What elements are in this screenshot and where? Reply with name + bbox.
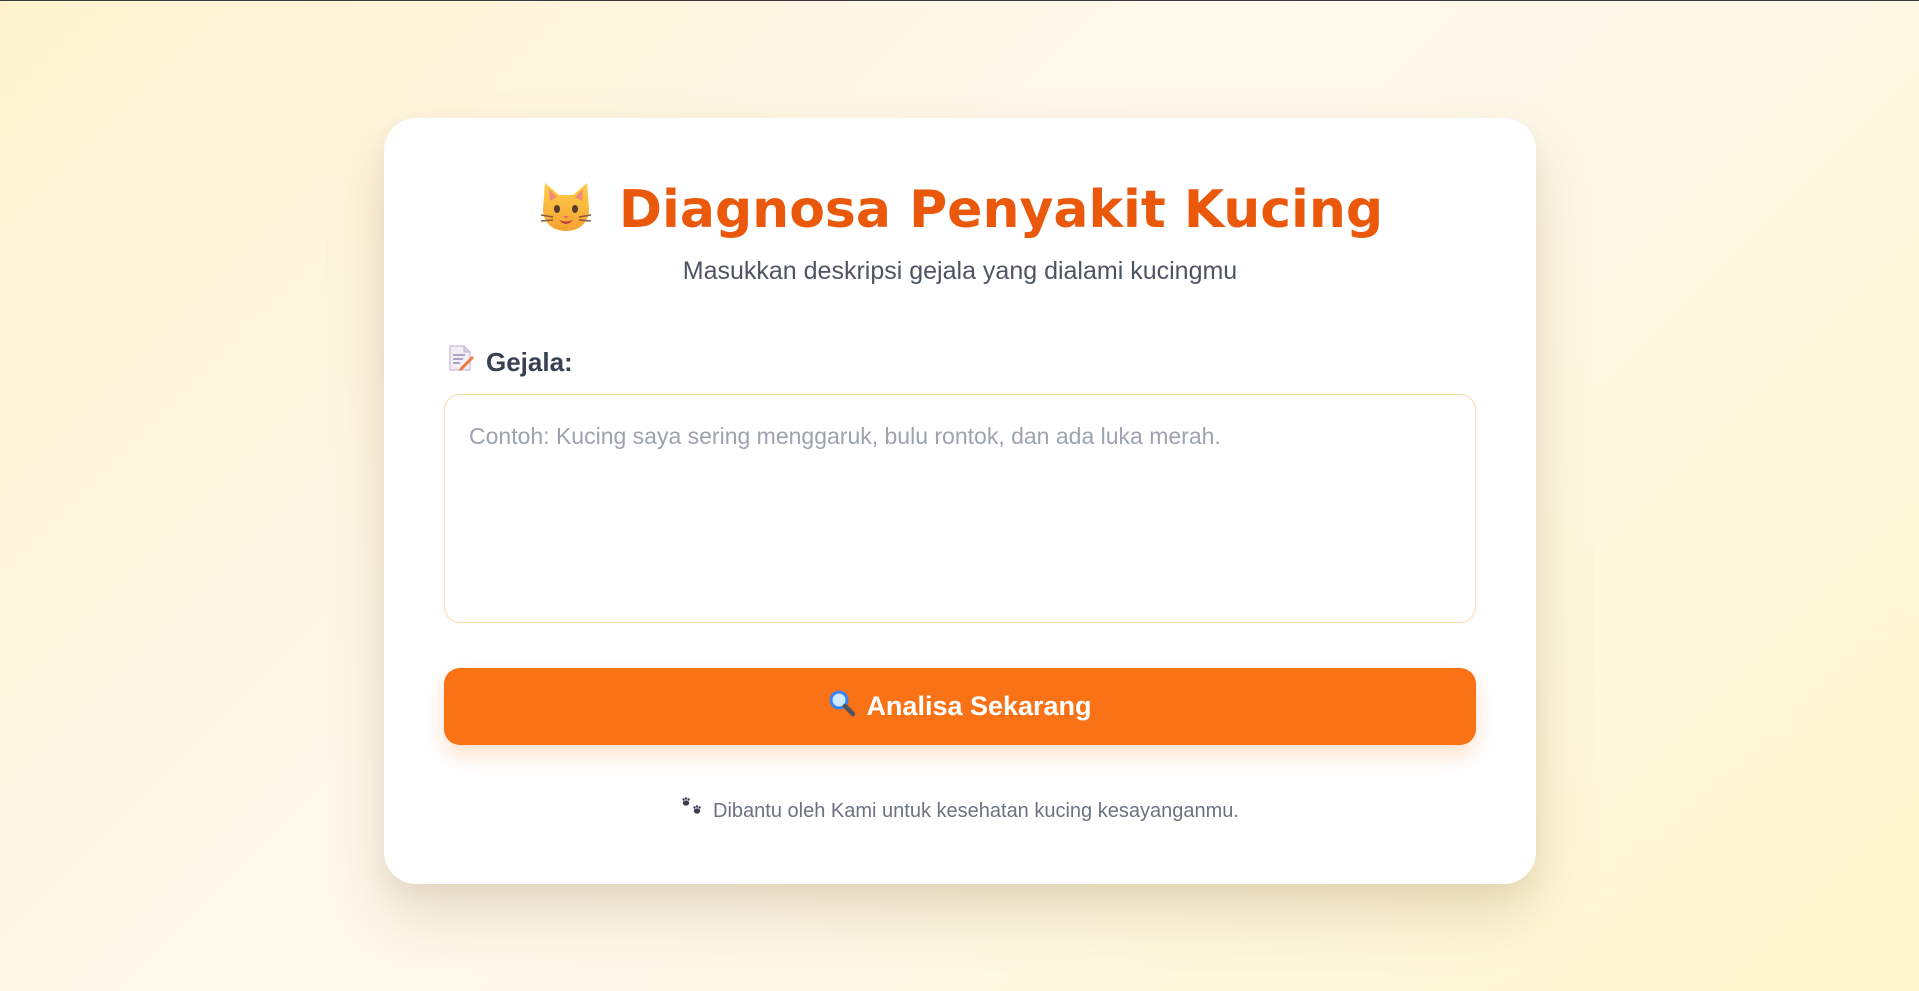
page-title: Diagnosa Penyakit Kucing xyxy=(384,178,1536,248)
paw-prints-icon xyxy=(681,797,705,824)
symptom-label-text: Gejala: xyxy=(486,347,573,377)
magnifier-icon xyxy=(828,689,856,724)
cat-face-icon xyxy=(537,179,595,248)
memo-icon xyxy=(448,344,474,380)
footer-text: Dibantu oleh Kami untuk kesehatan kucing… xyxy=(713,799,1239,822)
page-subtitle: Masukkan deskripsi gejala yang dialami k… xyxy=(682,257,1238,285)
analyze-button-label: Analisa Sekarang xyxy=(866,691,1092,721)
symptom-label: Gejala: xyxy=(448,344,573,380)
analyze-button[interactable]: Analisa Sekarang xyxy=(444,668,1476,745)
footer-note: Dibantu oleh Kami untuk kesehatan kucing… xyxy=(384,797,1536,824)
page-background: { "header": { "title_icon": "cat-face-ic… xyxy=(0,0,1919,991)
symptom-input[interactable] xyxy=(444,394,1476,623)
diagnosis-card: Diagnosa Penyakit Kucing Masukkan deskri… xyxy=(384,118,1536,884)
title-text: Diagnosa Penyakit Kucing xyxy=(618,180,1384,240)
